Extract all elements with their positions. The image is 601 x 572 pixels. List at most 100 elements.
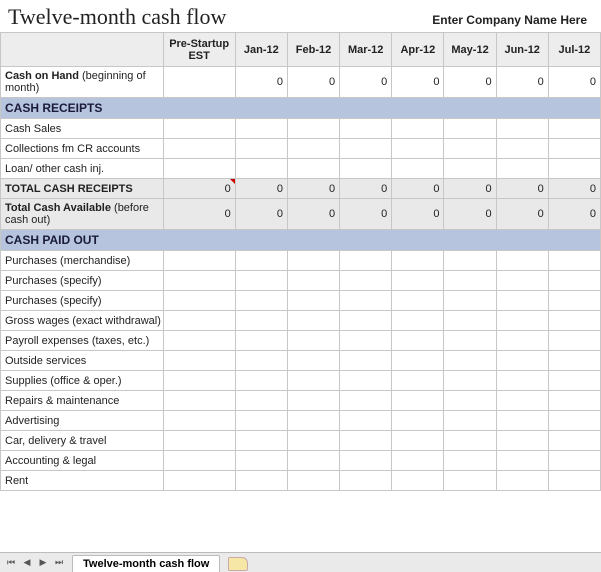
cell[interactable]	[287, 451, 339, 471]
cell[interactable]	[235, 331, 287, 351]
cell[interactable]	[235, 291, 287, 311]
cell-label[interactable]: Rent	[1, 471, 164, 491]
cell[interactable]	[340, 311, 392, 331]
cell[interactable]	[444, 391, 496, 411]
cell[interactable]	[496, 119, 548, 139]
cell[interactable]	[235, 431, 287, 451]
cell[interactable]	[340, 291, 392, 311]
cell-label[interactable]: Purchases (specify)	[1, 271, 164, 291]
cell[interactable]	[163, 159, 235, 179]
cell[interactable]	[392, 431, 444, 451]
cell[interactable]	[235, 451, 287, 471]
cell[interactable]	[496, 291, 548, 311]
cell[interactable]	[340, 351, 392, 371]
cell[interactable]: 0	[496, 199, 548, 230]
nav-prev-icon[interactable]: ◀	[20, 556, 34, 570]
cell[interactable]: 0	[392, 199, 444, 230]
cell[interactable]	[235, 351, 287, 371]
cell[interactable]	[340, 451, 392, 471]
cell[interactable]	[392, 119, 444, 139]
cell[interactable]	[340, 411, 392, 431]
cell[interactable]	[235, 311, 287, 331]
cell[interactable]	[235, 371, 287, 391]
cell-label[interactable]: Accounting & legal	[1, 451, 164, 471]
cell[interactable]	[392, 371, 444, 391]
cell[interactable]	[235, 119, 287, 139]
cell-label[interactable]: Payroll expenses (taxes, etc.)	[1, 331, 164, 351]
cell[interactable]	[548, 391, 600, 411]
cell[interactable]	[235, 139, 287, 159]
cell[interactable]	[287, 139, 339, 159]
cell[interactable]	[548, 291, 600, 311]
cell[interactable]	[392, 251, 444, 271]
cell[interactable]	[392, 471, 444, 491]
cell[interactable]	[235, 251, 287, 271]
cell[interactable]	[163, 139, 235, 159]
cell[interactable]	[340, 251, 392, 271]
cell[interactable]	[287, 119, 339, 139]
cell[interactable]	[392, 331, 444, 351]
cell[interactable]	[340, 331, 392, 351]
cell[interactable]: 0	[496, 179, 548, 199]
cell[interactable]	[163, 271, 235, 291]
cell[interactable]	[392, 391, 444, 411]
nav-next-icon[interactable]: ▶	[36, 556, 50, 570]
cell[interactable]	[235, 411, 287, 431]
cell[interactable]	[392, 291, 444, 311]
cell[interactable]	[392, 411, 444, 431]
cell[interactable]	[340, 271, 392, 291]
cell[interactable]: 0	[392, 67, 444, 98]
cell[interactable]	[444, 411, 496, 431]
cell[interactable]	[340, 371, 392, 391]
cell[interactable]	[235, 391, 287, 411]
cell[interactable]	[444, 291, 496, 311]
cell-label[interactable]: Car, delivery & travel	[1, 431, 164, 451]
cell[interactable]	[287, 351, 339, 371]
cell[interactable]	[444, 119, 496, 139]
cell[interactable]: 0	[163, 199, 235, 230]
cell[interactable]: 0	[548, 199, 600, 230]
cell[interactable]: 0	[235, 199, 287, 230]
cell[interactable]	[496, 251, 548, 271]
cell[interactable]	[548, 271, 600, 291]
cell[interactable]	[496, 411, 548, 431]
cell[interactable]: 0	[548, 179, 600, 199]
cell[interactable]: 0	[444, 179, 496, 199]
new-sheet-icon[interactable]	[228, 557, 248, 571]
cell[interactable]	[163, 451, 235, 471]
cell[interactable]	[163, 431, 235, 451]
cell[interactable]: 0	[163, 179, 235, 199]
cell[interactable]	[392, 271, 444, 291]
cell[interactable]	[163, 311, 235, 331]
cell-label[interactable]: Loan/ other cash inj.	[1, 159, 164, 179]
cell[interactable]	[163, 331, 235, 351]
sheet-tab[interactable]: Twelve-month cash flow	[72, 555, 220, 572]
cell[interactable]	[496, 451, 548, 471]
cell[interactable]	[496, 271, 548, 291]
cell[interactable]	[235, 159, 287, 179]
cell[interactable]	[444, 431, 496, 451]
cell[interactable]	[496, 331, 548, 351]
nav-last-icon[interactable]: ⏭	[52, 556, 66, 570]
cell[interactable]	[444, 331, 496, 351]
cell-label[interactable]: Purchases (merchandise)	[1, 251, 164, 271]
cell[interactable]: 0	[340, 199, 392, 230]
cell[interactable]	[444, 371, 496, 391]
cell[interactable]	[287, 471, 339, 491]
cell[interactable]: 0	[496, 67, 548, 98]
cell[interactable]: 0	[444, 199, 496, 230]
cell[interactable]	[444, 139, 496, 159]
cell[interactable]	[163, 391, 235, 411]
cell[interactable]	[444, 251, 496, 271]
cell[interactable]: 0	[235, 67, 287, 98]
cell[interactable]	[548, 471, 600, 491]
cell-label[interactable]: Cash Sales	[1, 119, 164, 139]
cell[interactable]	[287, 311, 339, 331]
cell[interactable]	[392, 159, 444, 179]
cell-label[interactable]: Collections fm CR accounts	[1, 139, 164, 159]
cell[interactable]	[548, 311, 600, 331]
cell-label[interactable]: Cash on Hand (beginning of month)	[1, 67, 164, 98]
cell[interactable]	[163, 251, 235, 271]
cell[interactable]	[392, 451, 444, 471]
cell[interactable]	[287, 159, 339, 179]
